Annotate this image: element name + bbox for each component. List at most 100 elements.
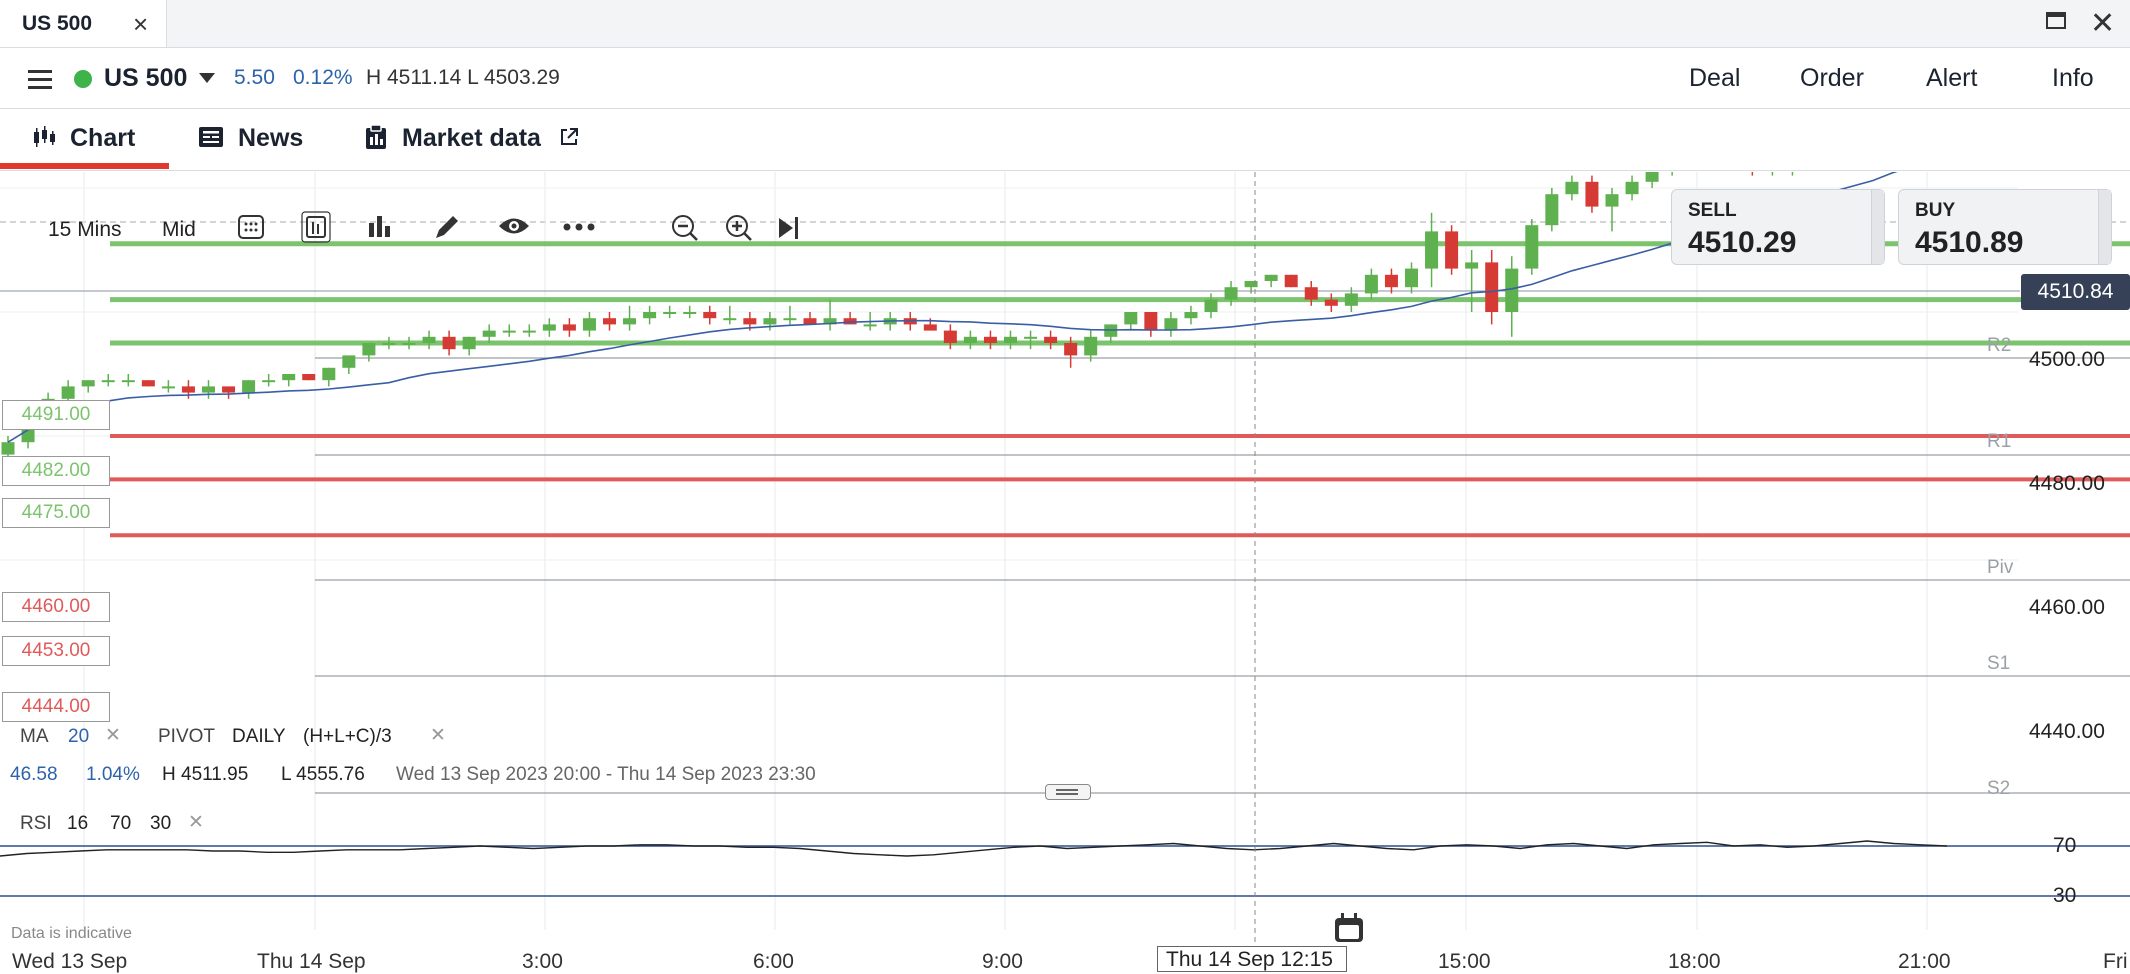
candle-body <box>382 343 396 345</box>
change-percent: 0.12% <box>293 66 353 89</box>
candle-body <box>623 318 637 325</box>
zoom-out-icon[interactable] <box>670 213 700 243</box>
rsi-lower-param[interactable]: 30 <box>150 813 171 835</box>
candle-body <box>743 318 757 325</box>
candle-body <box>161 386 175 389</box>
x-axis-label: 6:00 <box>753 950 794 973</box>
rsi-period[interactable]: 16 <box>67 813 88 835</box>
remove-ma-icon[interactable]: ✕ <box>105 724 121 747</box>
buy-quote-button[interactable]: BUY 4510.89 <box>1898 189 2112 265</box>
candle-body <box>101 380 115 383</box>
candle-body <box>1505 268 1519 312</box>
candle-body <box>1525 225 1539 269</box>
tab-market-data[interactable]: Market data <box>402 124 541 153</box>
candle-body <box>923 324 937 331</box>
support-level-tag[interactable]: 4460.00 <box>2 592 110 622</box>
moving-average-line <box>7 172 1898 443</box>
calendar-icon[interactable] <box>1334 912 1364 944</box>
pivot-piv-label: Piv <box>1987 557 2014 578</box>
candle-body <box>983 336 997 343</box>
candle-body <box>1344 293 1358 306</box>
visibility-eye-icon[interactable] <box>497 215 531 237</box>
deal-button[interactable]: Deal <box>1689 64 1740 93</box>
support-level-tag[interactable]: 4444.00 <box>2 692 110 722</box>
candle-body <box>442 336 456 350</box>
tab-chart[interactable]: Chart <box>70 124 135 153</box>
candle-body <box>422 336 436 343</box>
change-absolute: 5.50 <box>234 66 275 89</box>
rsi-label: RSI <box>20 813 52 834</box>
tab-close-icon[interactable]: × <box>133 9 148 40</box>
candlestick-icon <box>34 126 55 147</box>
pivot-period[interactable]: DAILY <box>232 726 286 748</box>
draw-pencil-icon[interactable] <box>432 212 462 242</box>
info-button[interactable]: Info <box>2052 64 2094 93</box>
resistance-level-tag[interactable]: 4482.00 <box>2 456 110 486</box>
instrument-name[interactable]: US 500 <box>104 64 187 93</box>
remove-rsi-icon[interactable]: ✕ <box>188 811 204 834</box>
window-close-icon[interactable]: ✕ <box>2090 6 2115 41</box>
candle-body <box>1064 343 1078 356</box>
period-low: L 4555.76 <box>281 764 365 785</box>
price-chart[interactable] <box>0 172 2130 972</box>
caret-down-icon[interactable] <box>199 73 215 83</box>
candle-body <box>1565 181 1579 195</box>
candle-body <box>462 336 476 350</box>
alert-button[interactable]: Alert <box>1926 64 1977 93</box>
period-change: 46.58 <box>10 764 58 785</box>
tab-news[interactable]: News <box>238 124 303 153</box>
calendar-grid-icon[interactable] <box>237 213 265 241</box>
candle-body <box>342 355 356 368</box>
newspaper-icon <box>199 127 223 147</box>
candlestick-series <box>1 172 1794 467</box>
candle-body <box>1144 312 1158 331</box>
candle-body <box>603 318 616 325</box>
interval-selector[interactable]: 15 Mins <box>48 218 122 242</box>
candle-body <box>963 336 977 343</box>
remove-pivot-icon[interactable]: ✕ <box>430 724 446 747</box>
resistance-level-tag[interactable]: 4475.00 <box>2 498 110 528</box>
pivot-formula[interactable]: (H+L+C)/3 <box>303 726 392 748</box>
candle-body <box>61 386 75 399</box>
x-axis-label: Wed 13 Sep <box>12 950 128 973</box>
candle-body <box>723 318 737 321</box>
candle-body <box>1044 336 1058 343</box>
support-level-tag[interactable]: 4453.00 <box>2 636 110 666</box>
x-axis-label: 18:00 <box>1668 950 1721 973</box>
period-change-percent: 1.04% <box>86 764 140 785</box>
rsi-panel <box>0 840 2130 897</box>
candle-body <box>1264 274 1278 281</box>
candle-body <box>1024 336 1038 339</box>
candle-body <box>1184 312 1198 319</box>
candle-body <box>783 318 797 321</box>
x-axis-label: Thu 14 Sep <box>257 950 366 973</box>
candle-body <box>522 330 536 333</box>
y-axis-label: 4460.00 <box>2029 596 2105 619</box>
indicators-icon[interactable] <box>366 213 394 239</box>
more-dots-icon[interactable] <box>562 220 596 234</box>
price-type-selector[interactable]: Mid <box>162 218 196 242</box>
resistance-level-tag[interactable]: 4491.00 <box>2 400 110 430</box>
maximize-icon[interactable] <box>2046 12 2066 29</box>
chart-type-icon[interactable] <box>301 211 331 243</box>
rsi-upper-param[interactable]: 70 <box>110 813 131 835</box>
hamburger-menu-icon[interactable] <box>28 70 52 90</box>
pivot-r1-label: R1 <box>1987 431 2012 452</box>
candle-body <box>1384 274 1398 288</box>
high-low-readout: H 4511.14 L 4503.29 <box>366 66 560 89</box>
candle-body <box>1164 318 1178 331</box>
chart-grid <box>0 172 2130 930</box>
buy-quote-edge <box>2098 190 2111 264</box>
panel-resize-handle[interactable] <box>1045 784 1091 800</box>
pivot-s2-label: S2 <box>1987 778 2011 799</box>
candle-body <box>1324 299 1338 306</box>
jump-to-latest-icon[interactable] <box>776 215 802 241</box>
order-button[interactable]: Order <box>1800 64 1864 93</box>
sell-quote-button[interactable]: SELL 4510.29 <box>1671 189 1885 265</box>
external-link-icon[interactable] <box>559 127 579 147</box>
ma-period[interactable]: 20 <box>68 726 89 748</box>
candle-body <box>181 386 195 393</box>
zoom-in-icon[interactable] <box>724 213 754 243</box>
period-high: H 4511.95 <box>162 764 249 785</box>
candle-body <box>262 380 276 383</box>
